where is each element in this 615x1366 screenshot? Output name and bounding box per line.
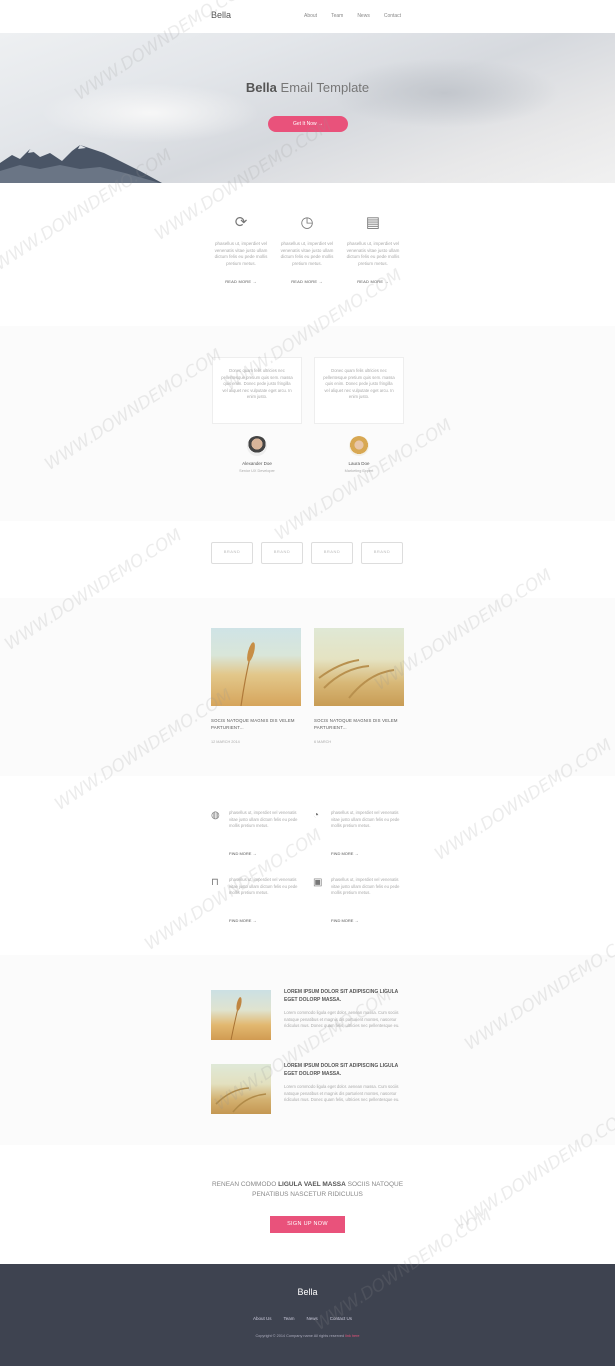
feature-text: phasellus ut, imperdiet vel venenatis vi… [331,810,400,828]
person-role: Senior UX Developer [239,469,275,473]
globe-icon: ◍ [211,810,220,821]
person-role: Marketing Expert [344,469,374,473]
footer-nav-about[interactable]: About Us [253,1316,272,1321]
nav-news[interactable]: News [357,13,370,19]
testimonials-section [0,326,615,521]
copyright-link[interactable]: link here [345,1334,359,1338]
article-title[interactable]: SOCIS NATOQUE MAGNIS DIS VELEM PARTURIEN… [211,718,303,731]
feature-item: ▤ phasellus ut, imperdiet vel venenatis … [342,212,404,284]
footer-nav: About Us Team News Contact Us [253,1316,352,1321]
find-more-link[interactable]: FIND MORE → [331,918,359,923]
brand-logo[interactable]: Bella [211,10,231,20]
save-icon: ▣ [313,877,323,888]
hero-title-bold: Bella [245,80,277,95]
feature-text: phasellus ut, imperdiet vel venenatis vi… [214,241,268,266]
find-more-link[interactable]: FIND MORE → [331,851,359,856]
find-more-link[interactable]: FIND MORE → [229,918,257,923]
nav-about[interactable]: About [304,13,317,19]
hero-title: Bella Email Template [0,80,615,95]
footer-nav-news[interactable]: News [307,1316,318,1321]
blog-section [0,955,615,1145]
wheat-stalk-image [230,997,242,1041]
read-more-link[interactable]: READ MORE → [210,279,272,284]
wheat-field-image [318,659,395,699]
testimonial-person: Alexander Doe Senior UX Developer [227,436,287,473]
article-date: 6 MARCH [314,740,332,744]
feature-text: phasellus ut, imperdiet vel venenatis vi… [331,877,400,895]
hero-title-rest: Email Template [276,80,370,95]
person-name: Laura Doe [348,461,370,466]
clock-icon: ◔ [313,810,320,821]
footer-nav-contact[interactable]: Contact Us [330,1316,352,1321]
clipboard-icon: ▤ [365,214,381,231]
refresh-icon: ⟳ [234,214,248,231]
get-it-now-button[interactable]: Get It Now → [268,116,348,132]
footer-brand[interactable]: Bella [0,1287,615,1297]
feature-item: ⟳ phasellus ut, imperdiet vel venenatis … [210,212,272,284]
read-more-link[interactable]: READ MORE → [276,279,338,284]
unlock-icon: ⊓ [211,877,219,888]
mountain-image [0,145,162,183]
feature-text: phasellus ut, imperdiet vel venenatis vi… [346,241,400,266]
testimonial-quote: Donec quam felis ultricies nec pellentes… [212,357,302,424]
hero-banner: Bella Email Template Get It Now → [0,33,615,183]
testimonial-person: Laura Doe Marketing Expert [329,436,389,473]
signup-text-bold: LIGULA VAEL MASSA [278,1181,346,1188]
person-name: Alexander Doe [242,461,272,466]
blog-title[interactable]: LOREM IPSUM DOLOR SIT ADIPISCING LIGULA … [284,988,409,1004]
avatar [247,436,267,456]
copyright-label: Copyright © 2014 Company name All rights… [255,1334,346,1338]
avatar [349,436,369,456]
signup-text-a: RENEAN COMMODO [211,1181,279,1188]
sign-up-button[interactable]: SIGN UP NOW [270,1216,345,1233]
feature-text: phasellus ut, imperdiet vel venenatis vi… [229,877,298,895]
brand-logo-box: BRAND [261,542,303,564]
email-template-page: Bella About Team News Contact Bella Emai… [0,0,615,1366]
blog-text: Lorem commodo ligula eget dolor. aenean … [284,1084,400,1102]
blog-title[interactable]: LOREM IPSUM DOLOR SIT ADIPISCING LIGULA … [284,1062,409,1078]
footer-nav-team[interactable]: Team [284,1316,295,1321]
brand-logo-box: BRAND [211,542,253,564]
wheat-image[interactable] [314,628,404,706]
nav-contact[interactable]: Contact [384,13,401,19]
article-title[interactable]: SOCIS NATOQUE MAGNIS DIS VELEM PARTURIEN… [314,718,406,731]
wheat-field-image [215,1087,267,1113]
top-nav: About Team News Contact [304,13,401,19]
testimonial-quote: Donec quam felis ultricies nec pellentes… [314,357,404,424]
feature-item: ◷ phasellus ut, imperdiet vel venenatis … [276,212,338,284]
top-bar: Bella About Team News Contact [0,0,615,33]
brand-logo-box: BRAND [311,542,353,564]
signup-text: RENEAN COMMODO LIGULA VAEL MASSA SOCIIS … [195,1180,420,1200]
article-date: 12 MARCH 2014 [211,740,240,744]
articles-section [0,598,615,776]
wheat-stalk-image [240,642,255,707]
read-more-link[interactable]: READ MORE → [342,279,404,284]
nav-team[interactable]: Team [331,13,343,19]
brand-logo-box: BRAND [361,542,403,564]
copyright-text: Copyright © 2014 Company name All rights… [0,1334,615,1338]
blog-image[interactable] [211,1064,271,1114]
feature-text: phasellus ut, imperdiet vel venenatis vi… [280,241,334,266]
wheat-image[interactable] [211,628,301,707]
blog-text: Lorem commodo ligula eget dolor. aenean … [284,1010,400,1028]
blog-image[interactable] [211,990,271,1041]
find-more-link[interactable]: FIND MORE → [229,851,257,856]
timer-icon: ◷ [300,214,314,231]
feature-text: phasellus ut, imperdiet vel venenatis vi… [229,810,298,828]
footer: Bella About Us Team News Contact Us Copy… [0,1264,615,1366]
